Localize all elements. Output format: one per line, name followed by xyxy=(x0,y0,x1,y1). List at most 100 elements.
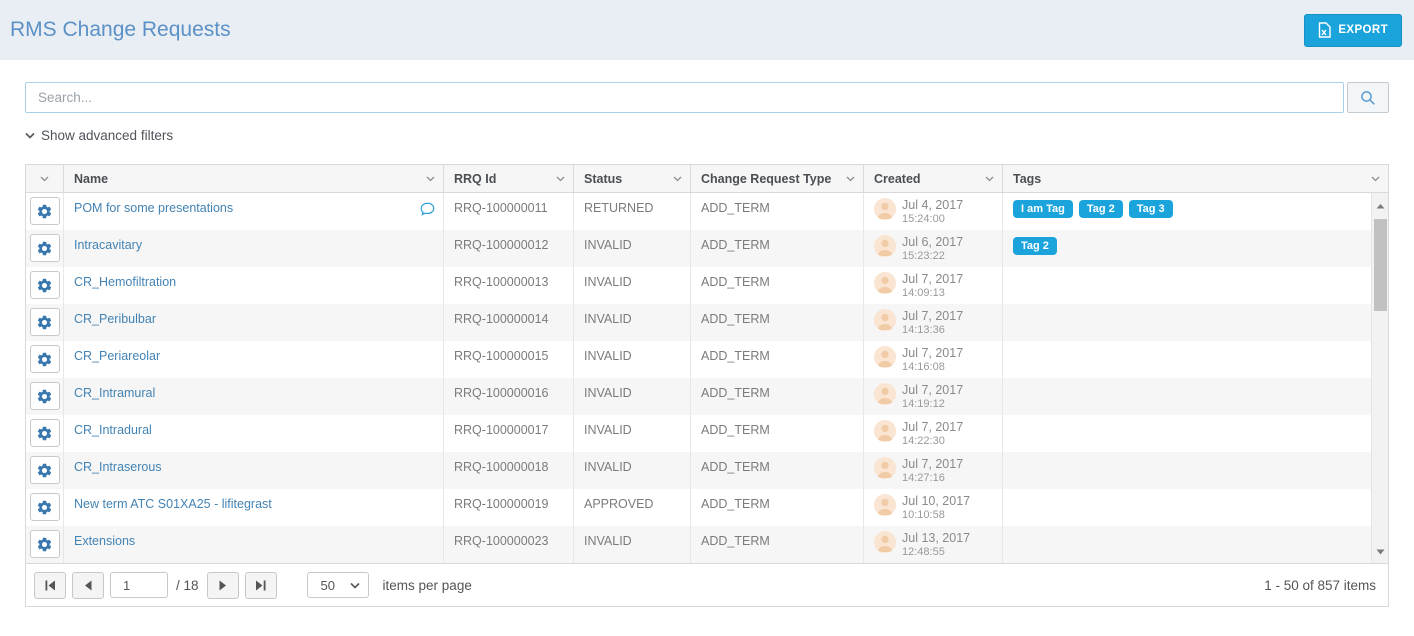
created-date: Jul 7, 2017 xyxy=(902,346,963,361)
tags-cell xyxy=(1003,526,1388,563)
total-pages-label: / 18 xyxy=(176,578,199,593)
first-page-button[interactable] xyxy=(34,572,66,599)
tags-cell xyxy=(1003,267,1388,304)
column-header-name[interactable]: Name xyxy=(64,165,444,192)
table-row[interactable]: CR_Peribulbar RRQ-100000014 INVALID ADD_… xyxy=(26,304,1388,341)
scroll-down-icon[interactable] xyxy=(1372,543,1388,561)
table-row[interactable]: CR_Intramural RRQ-100000016 INVALID ADD_… xyxy=(26,378,1388,415)
created-cell: Jul 7, 2017 14:19:12 xyxy=(864,378,1003,415)
request-name-link[interactable]: CR_Intramural xyxy=(74,386,155,400)
export-button[interactable]: EXPORT xyxy=(1304,14,1402,47)
search-button[interactable] xyxy=(1347,82,1389,113)
request-name-link[interactable]: Extensions xyxy=(74,534,135,548)
change-request-type: ADD_TERM xyxy=(691,526,864,563)
comment-bubble-icon[interactable] xyxy=(420,202,435,216)
column-header-rrq-id[interactable]: RRQ Id xyxy=(444,165,574,192)
request-name-link[interactable]: CR_Hemofiltration xyxy=(74,275,176,289)
row-settings-button[interactable] xyxy=(30,493,60,521)
page-number-input[interactable] xyxy=(110,572,168,598)
row-settings-button[interactable] xyxy=(30,345,60,373)
row-settings-button[interactable] xyxy=(30,456,60,484)
chevron-down-icon[interactable] xyxy=(846,176,855,182)
chevron-down-icon[interactable] xyxy=(1371,176,1380,182)
created-datetime: Jul 4, 2017 15:24:00 xyxy=(902,198,963,225)
tag-badge[interactable]: Tag 2 xyxy=(1013,237,1057,255)
tags-cell xyxy=(1003,415,1388,452)
scrollbar-thumb[interactable] xyxy=(1374,219,1387,311)
created-datetime: Jul 7, 2017 14:09:13 xyxy=(902,272,963,299)
next-page-button[interactable] xyxy=(207,572,239,599)
status: INVALID xyxy=(574,304,691,341)
row-settings-button[interactable] xyxy=(30,382,60,410)
row-settings-button[interactable] xyxy=(30,197,60,225)
table-row[interactable]: CR_Hemofiltration RRQ-100000013 INVALID … xyxy=(26,267,1388,304)
created-datetime: Jul 7, 2017 14:16:08 xyxy=(902,346,963,373)
name-cell: CR_Intradural xyxy=(64,415,444,452)
row-settings-button[interactable] xyxy=(30,234,60,262)
chevron-down-icon[interactable] xyxy=(556,176,565,182)
tag-badge[interactable]: Tag 2 xyxy=(1079,200,1123,218)
created-datetime: Jul 6, 2017 15:23:22 xyxy=(902,235,963,262)
advanced-filters-toggle[interactable]: Show advanced filters xyxy=(25,128,173,143)
created-time: 14:13:36 xyxy=(902,324,963,336)
tag-badge[interactable]: Tag 3 xyxy=(1129,200,1173,218)
created-date: Jul 7, 2017 xyxy=(902,309,963,324)
actions-cell xyxy=(26,489,64,526)
column-header-tags[interactable]: Tags xyxy=(1003,165,1388,192)
page-size-select[interactable]: 50 xyxy=(307,572,369,598)
row-settings-button[interactable] xyxy=(30,308,60,336)
request-name-link[interactable]: CR_Periareolar xyxy=(74,349,160,363)
table-row[interactable]: Intracavitary RRQ-100000012 INVALID ADD_… xyxy=(26,230,1388,267)
search-input[interactable] xyxy=(25,82,1344,113)
tag-badge[interactable]: I am Tag xyxy=(1013,200,1073,218)
actions-cell xyxy=(26,526,64,563)
created-cell: Jul 7, 2017 14:22:30 xyxy=(864,415,1003,452)
last-page-button[interactable] xyxy=(245,572,277,599)
row-settings-button[interactable] xyxy=(30,419,60,447)
status: APPROVED xyxy=(574,489,691,526)
chevron-down-icon[interactable] xyxy=(40,176,49,182)
request-name-link[interactable]: CR_Intradural xyxy=(74,423,152,437)
status: INVALID xyxy=(574,230,691,267)
request-name-link[interactable]: New term ATC S01XA25 - lifitegrast xyxy=(74,497,272,511)
change-request-type: ADD_TERM xyxy=(691,230,864,267)
page-title: RMS Change Requests xyxy=(10,18,231,42)
row-settings-button[interactable] xyxy=(30,271,60,299)
request-name-link[interactable]: POM for some presentations xyxy=(74,201,233,215)
column-header-change-request-type[interactable]: Change Request Type xyxy=(691,165,864,192)
table-row[interactable]: POM for some presentations RRQ-100000011… xyxy=(26,193,1388,230)
avatar-icon xyxy=(874,346,896,368)
created-date: Jul 7, 2017 xyxy=(902,420,963,435)
table-body: POM for some presentations RRQ-100000011… xyxy=(26,193,1388,563)
chevron-down-icon[interactable] xyxy=(673,176,682,182)
name-cell: CR_Periareolar xyxy=(64,341,444,378)
chevron-down-icon[interactable] xyxy=(985,176,994,182)
column-header-status[interactable]: Status xyxy=(574,165,691,192)
column-header-created[interactable]: Created xyxy=(864,165,1003,192)
column-header-actions[interactable] xyxy=(26,165,64,192)
avatar-icon xyxy=(874,198,896,220)
request-name-link[interactable]: Intracavitary xyxy=(74,238,142,252)
vertical-scrollbar[interactable] xyxy=(1371,193,1388,563)
name-cell: CR_Hemofiltration xyxy=(64,267,444,304)
change-request-type: ADD_TERM xyxy=(691,415,864,452)
request-name-link[interactable]: CR_Peribulbar xyxy=(74,312,156,326)
table-row[interactable]: CR_Intraserous RRQ-100000018 INVALID ADD… xyxy=(26,452,1388,489)
table-row[interactable]: CR_Periareolar RRQ-100000015 INVALID ADD… xyxy=(26,341,1388,378)
avatar-icon xyxy=(874,494,896,516)
last-page-icon xyxy=(255,580,267,591)
avatar-icon xyxy=(874,531,896,553)
chevron-down-icon[interactable] xyxy=(426,176,435,182)
table-row[interactable]: New term ATC S01XA25 - lifitegrast RRQ-1… xyxy=(26,489,1388,526)
row-settings-button[interactable] xyxy=(30,530,60,558)
request-name-link[interactable]: CR_Intraserous xyxy=(74,460,162,474)
created-date: Jul 7, 2017 xyxy=(902,457,963,472)
actions-cell xyxy=(26,193,64,230)
previous-page-button[interactable] xyxy=(72,572,104,599)
table-row[interactable]: CR_Intradural RRQ-100000017 INVALID ADD_… xyxy=(26,415,1388,452)
table-row[interactable]: Extensions RRQ-100000023 INVALID ADD_TER… xyxy=(26,526,1388,563)
tags-cell xyxy=(1003,304,1388,341)
created-cell: Jul 7, 2017 14:13:36 xyxy=(864,304,1003,341)
name-cell: CR_Intramural xyxy=(64,378,444,415)
scroll-up-icon[interactable] xyxy=(1372,197,1388,215)
